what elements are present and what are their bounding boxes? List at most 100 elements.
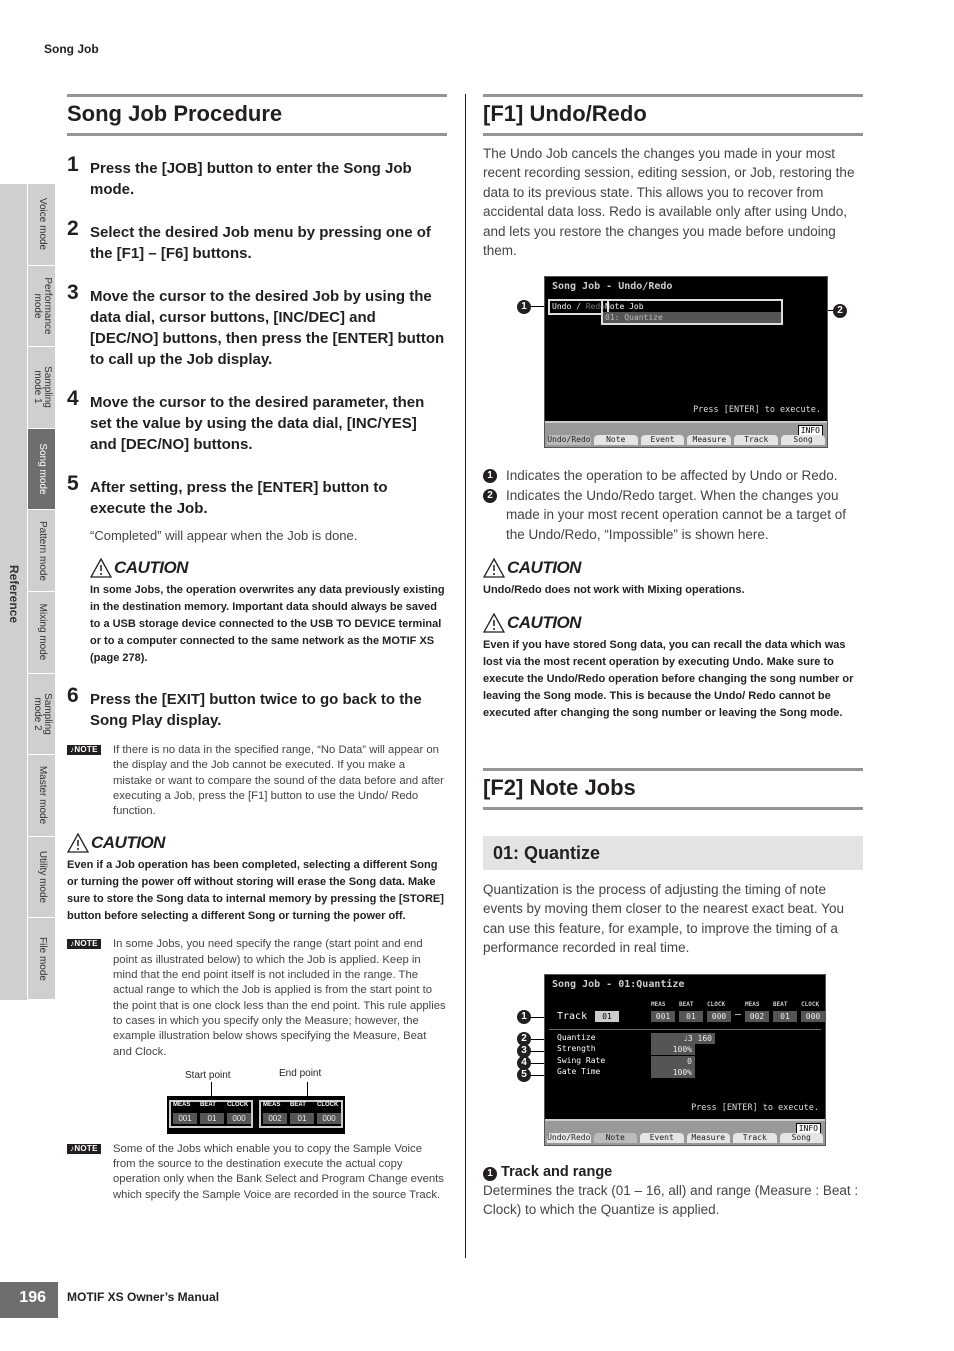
range-value: 000 bbox=[227, 1112, 251, 1124]
param-value[interactable]: 100% bbox=[651, 1067, 695, 1079]
sidebar-tab-pattern-mode[interactable]: Pattern mode bbox=[28, 510, 55, 592]
function-tab-measure[interactable]: Measure bbox=[687, 435, 732, 446]
range-value[interactable]: 01 bbox=[773, 1010, 797, 1022]
right-column: [F1] Undo/Redo The Undo Job cancels the … bbox=[483, 94, 863, 1220]
sidebar-tab-label: Performance mode bbox=[31, 277, 53, 335]
left-column: Song Job Procedure 1 Press the [JOB] butt… bbox=[67, 94, 447, 1203]
step-text: Press the [JOB] button to enter the Song… bbox=[90, 160, 412, 198]
step-text: After setting, press the [ENTER] button … bbox=[90, 479, 388, 517]
column-divider bbox=[465, 94, 466, 1258]
section-sidebar: Reference Voice mode Performance mode Samp… bbox=[0, 184, 55, 1000]
sidebar-tab-label: Master mode bbox=[36, 766, 48, 825]
sidebar-tab-song-mode[interactable]: Song mode bbox=[28, 428, 55, 511]
param-label: Gate Time bbox=[557, 1067, 601, 1077]
function-tab-event[interactable]: Event bbox=[640, 435, 685, 446]
function-tab-undo-redo[interactable]: Undo/Redo bbox=[547, 435, 591, 446]
sidebar-tab-performance-mode[interactable]: Performance mode bbox=[28, 265, 55, 348]
page-number: 196 bbox=[0, 1282, 58, 1318]
function-tab-measure[interactable]: Measure bbox=[686, 1132, 730, 1143]
range-dash: – bbox=[735, 1008, 742, 1020]
running-header: Song Job bbox=[44, 42, 99, 56]
range-value: 002 bbox=[263, 1112, 287, 1124]
note: ♪NOTE In some Jobs, you need specify the … bbox=[67, 937, 447, 1059]
step-5: 5 After setting, press the [ENTER] button… bbox=[67, 473, 447, 519]
step-3: 3 Move the cursor to the desired Job by u… bbox=[67, 282, 447, 370]
range-end: MEAS 002 BEAT 01 CLOCK 000 bbox=[259, 1099, 343, 1128]
sidebar-tab-file-mode[interactable]: File mode bbox=[28, 918, 55, 1000]
param-value[interactable]: 100% bbox=[651, 1044, 695, 1056]
sidebar-tab-sampling-mode-1[interactable]: Sampling mode 1 bbox=[28, 347, 55, 429]
quantize-screen-figure: 12345 Song Job - 01:Quantize Track 01 ME… bbox=[483, 973, 863, 1150]
function-tab-song[interactable]: Song bbox=[779, 1132, 823, 1143]
function-tab-note[interactable]: Note bbox=[593, 435, 638, 446]
sidebar-tab-label: File mode bbox=[36, 936, 48, 981]
step-4: 4 Move the cursor to the desired paramete… bbox=[67, 388, 447, 455]
track-value[interactable]: 01 bbox=[595, 1010, 619, 1022]
sidebar-tab-mixing-mode[interactable]: Mixing mode bbox=[28, 591, 55, 674]
step-text: Press the [EXIT] button twice to go back… bbox=[90, 691, 422, 729]
step-1: 1 Press the [JOB] button to enter the Son… bbox=[67, 154, 447, 200]
undo-title: [F1] Undo/Redo bbox=[483, 94, 863, 136]
function-tab-event[interactable]: Event bbox=[640, 1132, 684, 1143]
range-header: MEAS bbox=[173, 1101, 191, 1108]
warning-icon bbox=[67, 833, 89, 854]
undo-body: The Undo Job cancels the changes you mad… bbox=[483, 146, 855, 259]
range-value[interactable]: 002 bbox=[745, 1010, 769, 1022]
quantize-title: 01: Quantize bbox=[483, 836, 863, 871]
range-header: MEAS bbox=[745, 1000, 760, 1008]
param-value[interactable]: 0 bbox=[651, 1055, 695, 1067]
note: ♪NOTE Some of the Jobs which enable you t… bbox=[67, 1142, 447, 1203]
quantize-body: Quantization is the process of adjusting… bbox=[483, 882, 844, 956]
sidebar-tab-label: Sampling mode 1 bbox=[31, 366, 53, 409]
sidebar-tab-label: Mixing mode bbox=[36, 603, 48, 661]
undo-screen-figure: 1 2 Song Job - Undo/Redo Undo / Redo Not… bbox=[483, 276, 863, 456]
range-value[interactable]: 001 bbox=[651, 1010, 675, 1022]
step-number: 2 bbox=[67, 217, 79, 240]
caution-box: CAUTION Even if a Job operation has been… bbox=[67, 833, 444, 923]
callout-2: 2 bbox=[833, 304, 847, 319]
range-value[interactable]: 01 bbox=[679, 1010, 703, 1022]
range-header: MEAS bbox=[263, 1101, 281, 1108]
caution-box: CAUTION Undo/Redo does not work with Mix… bbox=[483, 558, 745, 597]
note-icon: ♪NOTE bbox=[67, 939, 101, 950]
manual-title: MOTIF XS Owner’s Manual bbox=[67, 1290, 220, 1304]
caution-box: CAUTION Even if you have stored Song dat… bbox=[483, 613, 854, 720]
range-header: BEAT bbox=[200, 1101, 216, 1108]
sidebar-tab-master-mode[interactable]: Master mode bbox=[28, 755, 55, 837]
callout-5: 5 bbox=[517, 1067, 531, 1082]
note-jobs-title: [F2] Note Jobs bbox=[483, 768, 863, 811]
sidebar-tab-voice-mode[interactable]: Voice mode bbox=[28, 184, 55, 266]
callout-1: 1 bbox=[517, 300, 531, 315]
param-label: Swing Rate bbox=[557, 1055, 606, 1065]
range-value[interactable]: 000 bbox=[801, 1010, 825, 1022]
function-tab-undo-redo[interactable]: Undo/Redo bbox=[547, 1132, 591, 1143]
mode-tabs: Voice mode Performance mode Sampling mode … bbox=[27, 184, 55, 1000]
range-value[interactable]: 000 bbox=[707, 1010, 731, 1022]
function-tab-note[interactable]: Note bbox=[593, 1132, 637, 1143]
step-text: Select the desired Job menu by pressing … bbox=[90, 224, 431, 262]
range-value: 01 bbox=[200, 1112, 224, 1124]
range-figure: Start point End point MEAS 001 BEAT 01 CLOCK… bbox=[167, 1068, 447, 1134]
step-number: 4 bbox=[67, 387, 79, 410]
range-header: CLOCK bbox=[801, 1000, 820, 1008]
range-header: CLOCK bbox=[317, 1101, 339, 1108]
warning-icon bbox=[483, 613, 505, 633]
callout-number: 1 bbox=[483, 469, 497, 484]
function-tab-track[interactable]: Track bbox=[734, 435, 779, 446]
callout-1: 1 bbox=[517, 1009, 531, 1024]
caution-box: CAUTION In some Jobs, the operation over… bbox=[90, 558, 445, 664]
step-2: 2 Select the desired Job menu by pressing… bbox=[67, 218, 447, 264]
note-icon: ♪NOTE bbox=[67, 1143, 101, 1154]
function-tab-song[interactable]: Song bbox=[781, 435, 825, 446]
range-start: MEAS 001 BEAT 01 CLOCK 000 bbox=[169, 1099, 253, 1128]
sidebar-tab-utility-mode[interactable]: Utility mode bbox=[28, 836, 55, 919]
step5-result: “Completed” will appear when the Job is … bbox=[90, 528, 358, 543]
step-number: 6 bbox=[67, 684, 79, 707]
param-value[interactable]: ♩3 160 bbox=[651, 1032, 715, 1044]
step-6: 6 Press the [EXIT] button twice to go bac… bbox=[67, 685, 447, 731]
track-range-body: Determines the track (01 – 16, all) and … bbox=[483, 1182, 859, 1218]
range-header: MEAS bbox=[651, 1000, 666, 1008]
step-number: 1 bbox=[67, 153, 79, 176]
function-tab-track[interactable]: Track bbox=[733, 1132, 777, 1143]
sidebar-tab-sampling-mode-2[interactable]: Sampling mode 2 bbox=[28, 673, 55, 756]
